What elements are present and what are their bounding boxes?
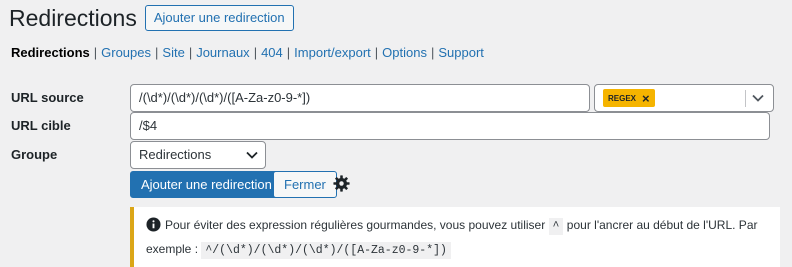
remove-regex-flag-icon[interactable]: ×	[642, 92, 650, 105]
subnav-item-404[interactable]: 404	[261, 45, 283, 60]
gear-icon[interactable]	[333, 175, 350, 192]
subnav: Redirections | Groupes | Site | Journaux | 404 | I…	[11, 45, 484, 60]
flags-divider	[745, 90, 746, 107]
subnav-item-options[interactable]: Options	[382, 45, 427, 60]
notice-code-caret: ^	[548, 218, 564, 235]
target-url-input[interactable]: /$4	[130, 112, 770, 140]
source-flags-select[interactable]: REGEX ×	[594, 84, 774, 112]
group-select-value: Redirections	[139, 147, 212, 162]
subnav-item-groupes[interactable]: Groupes	[101, 45, 151, 60]
subnav-item-import-export[interactable]: Import/export	[294, 45, 371, 60]
regex-flag-label: REGEX	[608, 93, 637, 103]
subnav-item-journaux[interactable]: Journaux	[196, 45, 249, 60]
regex-flag-tag: REGEX ×	[603, 89, 655, 107]
close-button[interactable]: Fermer	[273, 171, 337, 198]
add-redirection-button[interactable]: Ajouter une redirection	[130, 171, 283, 198]
page-title: Redirections	[9, 5, 137, 31]
regex-tip-notice: Pour éviter des expression régulières go…	[130, 207, 780, 267]
target-url-label: URL cible	[11, 118, 71, 133]
chevron-down-icon[interactable]	[751, 91, 765, 105]
add-redirection-header-button[interactable]: Ajouter une redirection	[144, 5, 294, 31]
info-icon	[146, 217, 161, 232]
page-header: Redirections Ajouter une redirection	[9, 5, 294, 31]
notice-code-example: ^/(\d*)/(\d*)/(\d*)/([A-Za-z0-9-*])	[201, 242, 451, 259]
subnav-item-redirections[interactable]: Redirections	[11, 45, 90, 60]
chevron-down-icon	[246, 151, 258, 159]
notice-text-before: Pour éviter des expression régulières go…	[165, 218, 546, 232]
subnav-item-support[interactable]: Support	[438, 45, 484, 60]
group-select[interactable]: Redirections	[130, 141, 266, 169]
subnav-item-site[interactable]: Site	[162, 45, 184, 60]
source-url-label: URL source	[11, 90, 84, 105]
group-label: Groupe	[11, 147, 58, 162]
source-url-input[interactable]: /(\d*)/(\d*)/(\d*)/([A-Za-z0-9-*])	[130, 84, 590, 112]
